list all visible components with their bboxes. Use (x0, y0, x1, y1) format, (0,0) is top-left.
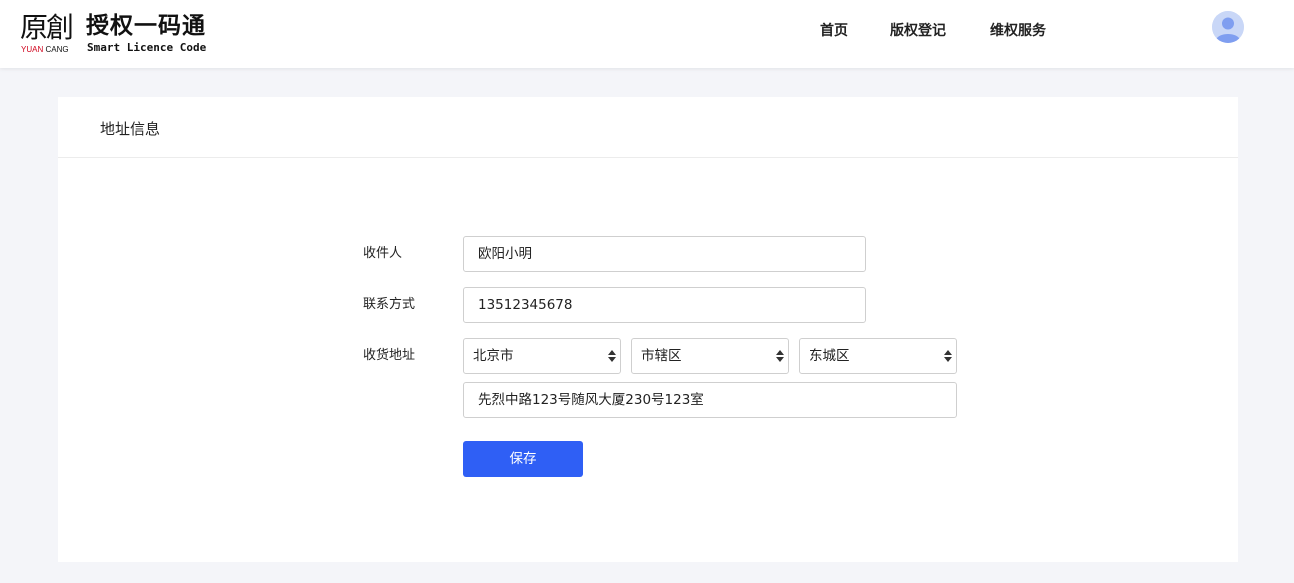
district-value: 东城区 (809, 348, 850, 364)
logo[interactable]: 原創 YUAN CANG (20, 12, 76, 56)
city-value: 市辖区 (641, 348, 682, 364)
top-header: 原創 YUAN CANG 授权一码通 Smart Licence Code 首页… (0, 0, 1294, 68)
brand-title: 授权一码通 (86, 13, 206, 39)
detail-address-input[interactable]: 先烈中路123号随风大厦230号123室 (463, 382, 957, 418)
phone-label: 联系方式 (363, 297, 416, 312)
user-avatar-icon[interactable] (1212, 11, 1244, 43)
brand-slogan: Smart Licence Code (87, 41, 207, 54)
nav-rights-protection[interactable]: 维权服务 (990, 20, 1046, 42)
select-caret-icon (944, 350, 952, 362)
card-divider (58, 157, 1238, 158)
address-label: 收货地址 (363, 348, 416, 363)
save-button[interactable]: 保存 (463, 441, 583, 477)
recipient-input[interactable]: 欧阳小明 (463, 236, 866, 272)
recipient-label: 收件人 (363, 246, 403, 261)
logo-sub-dark: CANG (45, 45, 69, 54)
logo-sub-red: YUAN (21, 45, 44, 54)
logo-glyphs: 原創 (20, 11, 74, 44)
address-card: 地址信息 收件人 欧阳小明 联系方式 13512345678 收货地址 北京市 … (58, 97, 1238, 562)
select-caret-icon (608, 350, 616, 362)
phone-input[interactable]: 13512345678 (463, 287, 866, 323)
city-select[interactable]: 市辖区 (631, 338, 789, 374)
nav-copyright-registration[interactable]: 版权登记 (890, 20, 946, 42)
province-value: 北京市 (473, 348, 514, 364)
district-select[interactable]: 东城区 (799, 338, 957, 374)
nav-home[interactable]: 首页 (820, 20, 848, 42)
province-select[interactable]: 北京市 (463, 338, 621, 374)
select-caret-icon (776, 350, 784, 362)
card-title: 地址信息 (100, 120, 161, 138)
logo-subtext: YUAN CANG (21, 45, 69, 55)
